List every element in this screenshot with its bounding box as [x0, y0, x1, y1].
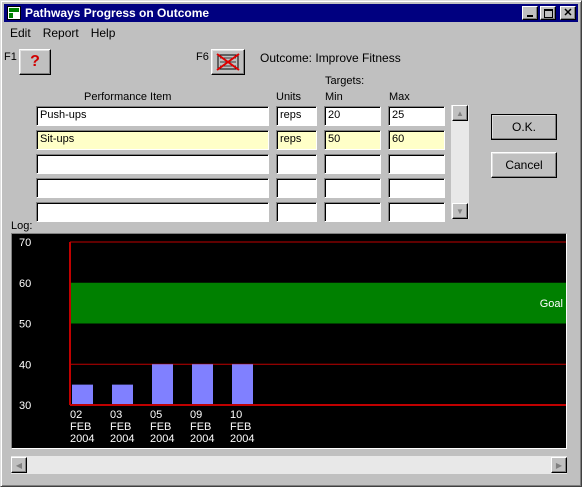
x-tick-label: 05 [150, 409, 162, 421]
x-tick-label: FEB [70, 421, 91, 433]
menu-edit[interactable]: Edit [4, 24, 37, 42]
cancel-button[interactable]: Cancel [491, 152, 557, 178]
x-tick-label: 02 [70, 409, 82, 421]
scroll-left-icon: ◀ [15, 460, 23, 470]
data-bar [152, 364, 173, 405]
f6-label: F6 [196, 51, 209, 63]
min-target-field[interactable] [324, 154, 381, 174]
header-units: Units [276, 91, 302, 103]
progress-chart: Goal 02 FEB 2004 03 FEB 2004 05 FEB 2004 09 FEB 2004… [11, 233, 567, 449]
table-scrollbar[interactable]: ▲ ▼ [451, 105, 469, 219]
x-tick-label: FEB [110, 421, 131, 433]
max-target-field[interactable] [388, 202, 445, 222]
goal-band [70, 282, 566, 324]
max-target-field[interactable]: 60 [388, 130, 445, 150]
x-tick-label: FEB [230, 421, 251, 433]
x-tick-label: 2004 [150, 433, 174, 445]
x-tick-label: 03 [110, 409, 122, 421]
x-tick-label: 2004 [230, 433, 254, 445]
max-target-field[interactable] [388, 178, 445, 198]
max-target-field[interactable]: 25 [388, 106, 445, 126]
x-tick-label: 10 [230, 409, 242, 421]
log-label: Log: [11, 220, 33, 232]
x-tick-label: FEB [150, 421, 171, 433]
y-tick-label: 30 [19, 400, 31, 412]
scroll-down-button[interactable]: ▼ [452, 203, 468, 219]
menu-bar: Edit Report Help [4, 24, 121, 42]
title-bar[interactable]: Pathways Progress on Outcome ✕ [4, 4, 578, 22]
app-icon [7, 6, 21, 20]
x-tick-label: FEB [190, 421, 211, 433]
f1-label: F1 [4, 51, 17, 63]
maximize-button[interactable] [540, 6, 556, 20]
min-target-field[interactable] [324, 202, 381, 222]
scroll-down-icon: ▼ [456, 206, 464, 216]
header-performance-item: Performance Item [84, 91, 172, 103]
x-tick-label: 2004 [110, 433, 134, 445]
performance-item-field[interactable]: Sit-ups [36, 130, 269, 150]
units-field[interactable] [276, 202, 317, 222]
performance-item-field[interactable] [36, 202, 269, 222]
scroll-up-button[interactable]: ▲ [452, 105, 468, 121]
chart-scrollbar[interactable]: ◀ ▶ [11, 456, 567, 474]
units-field[interactable] [276, 178, 317, 198]
scroll-left-button[interactable]: ◀ [11, 457, 27, 473]
minimize-icon [527, 15, 533, 17]
data-bar [112, 384, 133, 405]
max-target-field[interactable] [388, 154, 445, 174]
x-tick-label: 2004 [190, 433, 214, 445]
no-chart-icon [216, 53, 240, 71]
scroll-right-button[interactable]: ▶ [551, 457, 567, 473]
ok-button[interactable]: O.K. [491, 114, 557, 140]
chart-canvas: Goal02FEB200403FEB200405FEB200409FEB2004… [19, 237, 566, 445]
window-title: Pathways Progress on Outcome [25, 6, 210, 20]
performance-item-field[interactable] [36, 178, 269, 198]
y-tick-label: 70 [19, 237, 31, 249]
scroll-right-icon: ▶ [555, 460, 563, 470]
min-target-field[interactable] [324, 178, 381, 198]
help-icon: ? [30, 53, 40, 70]
help-button[interactable]: ? [19, 49, 51, 75]
x-tick-label: 2004 [70, 433, 94, 445]
menu-help[interactable]: Help [85, 24, 122, 42]
performance-item-field[interactable]: Push-ups [36, 106, 269, 126]
header-max: Max [389, 91, 410, 103]
goal-label: Goal [540, 298, 563, 310]
close-button[interactable]: ✕ [560, 6, 576, 20]
data-bar [72, 384, 93, 405]
chart-toggle-button[interactable] [211, 49, 245, 75]
units-field[interactable] [276, 154, 317, 174]
y-tick-label: 40 [19, 359, 31, 371]
performance-item-field[interactable] [36, 154, 269, 174]
units-field[interactable]: reps [276, 106, 317, 126]
min-target-field[interactable]: 20 [324, 106, 381, 126]
y-tick-label: 50 [19, 319, 31, 331]
menu-report[interactable]: Report [37, 24, 85, 42]
units-field[interactable]: reps [276, 130, 317, 150]
scroll-up-icon: ▲ [456, 108, 464, 118]
header-targets: Targets: [325, 75, 365, 87]
x-tick-label: 09 [190, 409, 202, 421]
maximize-icon [543, 8, 553, 18]
close-icon: ✕ [563, 7, 573, 19]
data-bar [192, 364, 213, 405]
outcome-label: Outcome: Improve Fitness [260, 51, 401, 65]
header-min: Min [325, 91, 343, 103]
minimize-button[interactable] [522, 6, 538, 20]
data-bar [232, 364, 253, 405]
min-target-field[interactable]: 50 [324, 130, 381, 150]
y-tick-label: 60 [19, 278, 31, 290]
